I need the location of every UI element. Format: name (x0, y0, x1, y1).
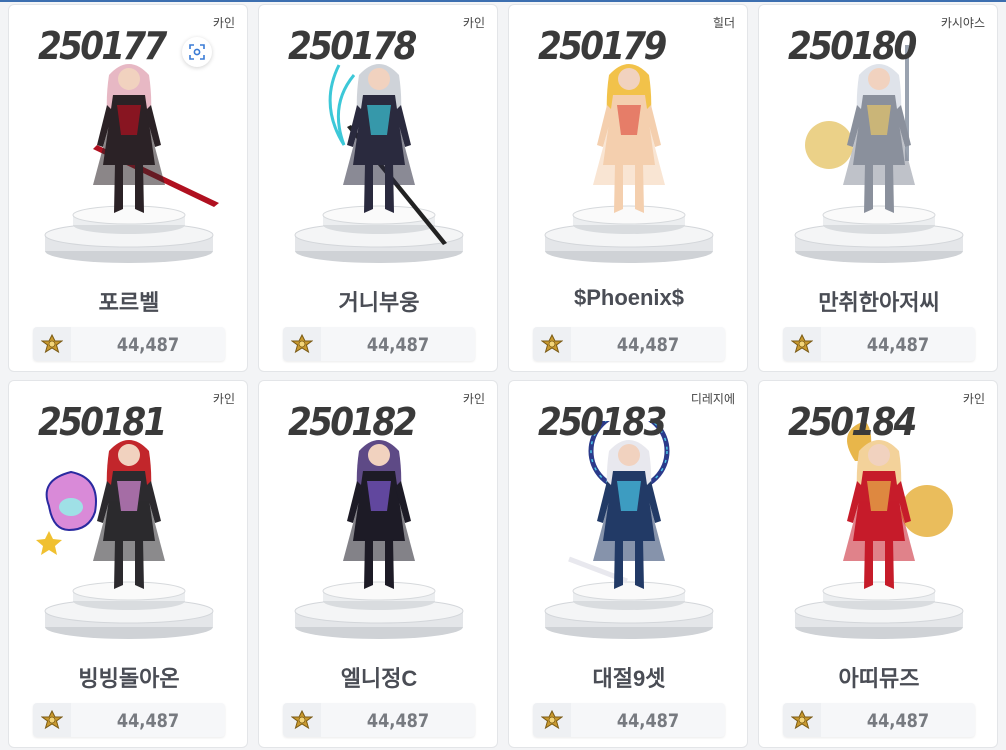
character-card[interactable]: 250180 카시야스 만취한아저씨 44,487 (758, 4, 998, 372)
fame-score: 44,487 (366, 334, 430, 356)
rank-number: 250178 (288, 24, 417, 68)
character-avatar (9, 421, 247, 641)
rank-number: 250182 (288, 400, 417, 444)
character-card[interactable]: 250181 카인 빙빙돌아온 44,487 (8, 380, 248, 748)
server-label: 카시야스 (940, 16, 985, 30)
character-avatar (759, 7, 997, 265)
server-label: 카인 (212, 16, 235, 30)
character-card[interactable]: 250179 힐더 $Phoenix$ 44,487 (508, 4, 748, 372)
gold-medal-icon (33, 327, 71, 361)
character-name[interactable]: 거니부웅 (259, 285, 497, 317)
fame-score: 44,487 (116, 334, 180, 356)
server-label: 힐더 (712, 16, 735, 30)
gold-medal-icon (533, 327, 571, 361)
fame-score-box: 44,487 (783, 703, 975, 737)
character-name[interactable]: 포르벨 (9, 285, 247, 317)
character-avatar (259, 421, 497, 641)
image-search-icon[interactable] (182, 37, 212, 67)
fame-score: 44,487 (866, 334, 930, 356)
gold-medal-icon (533, 703, 571, 737)
character-name[interactable]: 만취한아저씨 (759, 285, 997, 317)
fame-score: 44,487 (616, 710, 680, 732)
rank-number: 250180 (788, 24, 917, 68)
fame-score: 44,487 (116, 710, 180, 732)
server-label: 디레지에 (690, 392, 735, 406)
rank-number: 250184 (788, 400, 917, 444)
fame-score: 44,487 (616, 334, 680, 356)
fame-score-box: 44,487 (283, 327, 475, 361)
rank-number: 250179 (538, 24, 667, 68)
rank-number: 250183 (538, 400, 667, 444)
fame-score-box: 44,487 (783, 327, 975, 361)
rank-number: 250181 (38, 400, 167, 444)
fame-score-box: 44,487 (533, 703, 725, 737)
character-avatar (759, 421, 997, 641)
fame-score-box: 44,487 (33, 327, 225, 361)
character-ranking-grid: 250177 카인 포르벨 44,487 250178 카인 거니부웅 44,4… (8, 0, 1000, 750)
character-name[interactable]: 대절9셋 (509, 661, 747, 693)
character-card[interactable]: 250178 카인 거니부웅 44,487 (258, 4, 498, 372)
character-card[interactable]: 250177 카인 포르벨 44,487 (8, 4, 248, 372)
gold-medal-icon (283, 327, 321, 361)
rank-number: 250177 (38, 24, 167, 68)
gold-medal-icon (783, 327, 821, 361)
character-avatar (509, 45, 747, 265)
gold-medal-icon (283, 703, 321, 737)
character-card[interactable]: 250182 카인 엘니정C 44,487 (258, 380, 498, 748)
character-card[interactable]: 250183 디레지에 대절9셋 44,487 (508, 380, 748, 748)
server-label: 카인 (462, 392, 485, 406)
character-card[interactable]: 250184 카인 아띠뮤즈 44,487 (758, 380, 998, 748)
fame-score: 44,487 (366, 710, 430, 732)
server-label: 카인 (212, 392, 235, 406)
character-name[interactable]: 아띠뮤즈 (759, 661, 997, 693)
gold-medal-icon (33, 703, 71, 737)
character-avatar (259, 45, 497, 265)
character-name[interactable]: 엘니정C (259, 661, 497, 693)
character-avatar (509, 410, 747, 641)
character-name[interactable]: 빙빙돌아온 (9, 661, 247, 693)
fame-score: 44,487 (866, 710, 930, 732)
server-label: 카인 (462, 16, 485, 30)
character-avatar (9, 45, 247, 265)
character-name[interactable]: $Phoenix$ (509, 285, 747, 311)
fame-score-box: 44,487 (283, 703, 475, 737)
gold-medal-icon (783, 703, 821, 737)
server-label: 카인 (962, 392, 985, 406)
fame-score-box: 44,487 (533, 327, 725, 361)
fame-score-box: 44,487 (33, 703, 225, 737)
